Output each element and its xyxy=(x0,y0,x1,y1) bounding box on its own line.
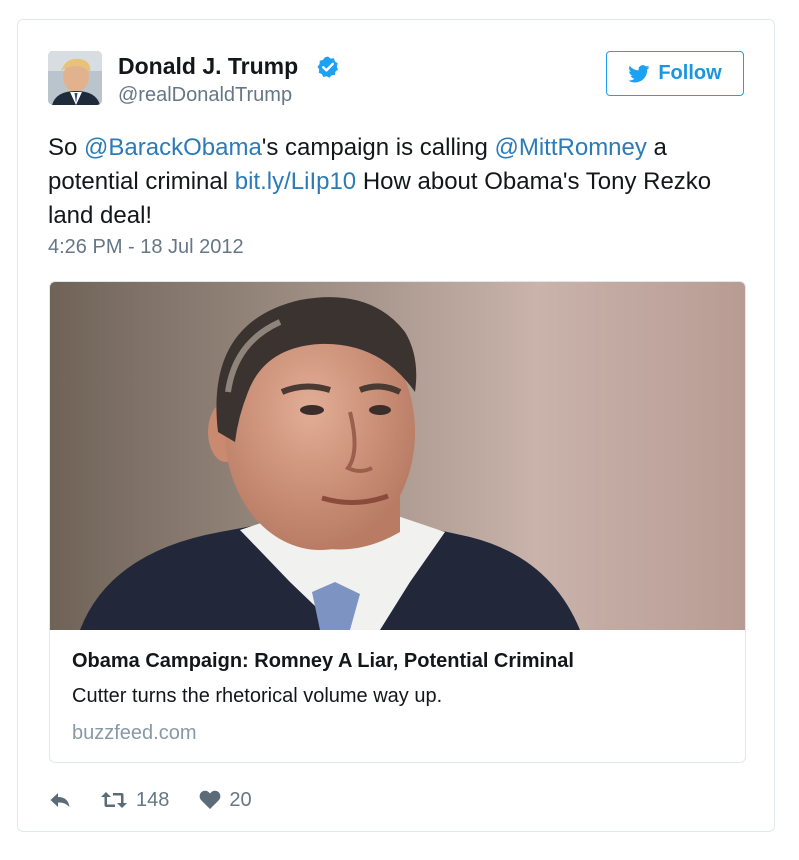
verified-badge-icon xyxy=(317,56,338,78)
twitter-bird-icon xyxy=(628,64,650,82)
reply-button[interactable] xyxy=(48,790,72,810)
tweet-text: So @BarackObama's campaign is calling @M… xyxy=(48,131,738,233)
mention-link[interactable]: @MittRomney xyxy=(494,134,646,161)
like-button[interactable]: 20 xyxy=(199,788,252,812)
timestamp[interactable]: 4:26 PM - 18 Jul 2012 xyxy=(48,236,244,259)
reply-icon xyxy=(50,793,70,807)
tweet-text-segment: 's campaign is calling xyxy=(261,134,495,161)
like-count: 20 xyxy=(229,788,252,811)
avatar-photo xyxy=(48,51,102,105)
link-preview-card[interactable]: Obama Campaign: Romney A Liar, Potential… xyxy=(49,281,746,763)
mention-link[interactable]: @BarackObama xyxy=(84,134,262,161)
heart-icon xyxy=(199,790,221,809)
handle[interactable]: @realDonaldTrump xyxy=(118,84,292,107)
card-image xyxy=(50,282,745,630)
tweet-text-segment: So xyxy=(48,134,85,161)
tweet-actions: 148 20 xyxy=(48,785,252,815)
card-title: Obama Campaign: Romney A Liar, Potential… xyxy=(72,650,574,672)
card-domain: buzzfeed.com xyxy=(72,722,197,744)
url-link[interactable]: bit.ly/LiIp10 xyxy=(235,168,356,195)
retweet-button[interactable]: 148 xyxy=(100,789,169,812)
follow-button[interactable]: Follow xyxy=(606,51,744,96)
display-name[interactable]: Donald J. Trump xyxy=(118,53,298,80)
retweet-count: 148 xyxy=(136,788,170,811)
card-description: Cutter turns the rhetorical volume way u… xyxy=(72,685,443,707)
avatar[interactable] xyxy=(48,51,102,105)
retweet-icon xyxy=(101,792,127,808)
tweet-card: Donald J. Trump @realDonaldTrump Follow … xyxy=(17,19,775,832)
follow-label: Follow xyxy=(658,62,722,84)
